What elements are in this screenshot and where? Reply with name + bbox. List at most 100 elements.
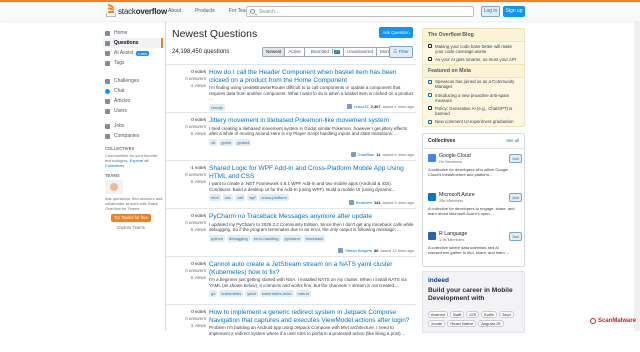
meta-item[interactable]: Policy: Generative AI (e.g., ChatGPT) is… <box>423 104 524 117</box>
sidebar-item-challenges[interactable]: Challenges <box>103 76 163 86</box>
sidebar-item-articles[interactable]: Articles <box>103 96 163 106</box>
tag[interactable]: css <box>222 194 233 201</box>
nav-about[interactable]: About <box>166 7 183 15</box>
avatar <box>349 200 355 205</box>
question-excerpt: I tried creating a tilebased movement sy… <box>209 125 408 137</box>
tab-unanswered[interactable]: Unanswered <box>344 48 378 56</box>
tag[interactable]: html <box>209 194 221 201</box>
page-title: Newest Questions <box>172 28 258 40</box>
blog-heading: The Overflow Blog <box>423 29 524 42</box>
chat-bubble-icon <box>428 93 432 98</box>
question-tags: python debugging error-handling pycharm trac… <box>209 234 414 242</box>
teams-illustration <box>105 180 123 194</box>
user-link[interactable]: GranBlan <box>358 152 375 157</box>
user-link[interactable]: Stefan Borgers <box>345 248 372 253</box>
tag[interactable]: c# <box>209 138 218 146</box>
ad-chip: React Native <box>447 320 477 328</box>
signup-button[interactable]: Sign up <box>503 6 525 17</box>
question-stats: 0 votes 0 answers 4 views <box>185 69 206 88</box>
asked-time: asked 12 mins ago <box>380 248 414 253</box>
overflow-blog-widget: The Overflow Blog Making your code base … <box>422 28 525 128</box>
question-title-link[interactable]: How to implement a generic redirect syst… <box>209 309 414 324</box>
tab-bountied[interactable]: Bountied 27 <box>305 48 345 56</box>
question-title-link[interactable]: PyCharm no Traceback Messages anymore af… <box>209 213 414 221</box>
tab-newest[interactable]: Newest <box>263 48 286 56</box>
search-input[interactable]: Search… <box>246 6 474 17</box>
question-title-link[interactable]: Cannot auto create a JetStream stream on… <box>209 261 414 276</box>
challenges-icon <box>105 78 110 84</box>
sidebar-item-tags[interactable]: Tags <box>103 58 163 68</box>
question-summary: 0 votes 0 answers 8 views PyCharm no Trace… <box>166 208 416 256</box>
question-title-link[interactable]: How do I call the Header Component when … <box>209 69 414 84</box>
blog-item[interactable]: As your AI gets smarter, so must your AP… <box>423 55 524 63</box>
tag[interactable]: godot <box>219 138 234 146</box>
tag[interactable]: python <box>209 234 226 242</box>
tag[interactable]: nats.io <box>295 290 312 297</box>
tag[interactable]: yaml <box>245 290 258 297</box>
collective-item: Google Cloud Ok Members Join A collectiv… <box>423 149 524 188</box>
login-button[interactable]: Log in <box>481 6 500 17</box>
tag[interactable]: cross-platform <box>259 194 289 201</box>
user-reputation: 141 <box>373 200 381 205</box>
nav-products[interactable]: Products <box>193 7 217 15</box>
tag[interactable]: traceback <box>303 234 326 242</box>
collectives-text: Communities for your favorite technologi… <box>105 153 158 168</box>
question-title-link[interactable]: Shared Logic for WPF Add-In and Cross-Pl… <box>209 165 414 180</box>
stack-icon <box>428 106 432 111</box>
tag[interactable]: godot4 <box>235 138 252 146</box>
azure-icon <box>428 193 436 202</box>
join-button[interactable]: Join <box>509 154 522 164</box>
user-link[interactable]: fbranden <box>356 200 372 205</box>
try-teams-button[interactable]: Try Teams for free <box>111 214 151 222</box>
avatar <box>350 152 356 157</box>
question-stats: 0 votes 0 answers 6 views <box>185 117 206 136</box>
see-all-link[interactable]: See all <box>506 138 519 144</box>
sidebar-item-jobs[interactable]: Jobs <box>103 121 163 131</box>
join-button[interactable]: Join <box>509 232 522 242</box>
tag[interactable]: go <box>209 290 218 297</box>
main-content: Newest Questions Ask Question 24,198,450… <box>165 21 416 336</box>
join-button[interactable]: Join <box>509 193 522 203</box>
meta-item[interactable]: Introducing a new proactive anti-spam me… <box>423 91 524 104</box>
collective-members: Ok Members <box>439 159 462 165</box>
blog-item[interactable]: Making your code base better will make y… <box>423 42 524 55</box>
question-owner: fbranden 141 asked 5 mins ago <box>349 200 414 205</box>
collective-item: R Language 1.9k Members Join A collectiv… <box>423 227 524 266</box>
meta-item[interactable]: Spevacus has joined us as a Community Ma… <box>423 78 524 91</box>
question-title-link[interactable]: Jittery movement in tilebased Pokemon-li… <box>209 117 414 125</box>
ask-question-button[interactable]: Ask Question <box>379 27 413 38</box>
sidebar-item-home[interactable]: Home <box>103 28 163 38</box>
scrollbar[interactable] <box>634 21 640 331</box>
ai-assist-icon <box>105 50 110 56</box>
question-summary: 0 votes 0 answers 6 views Jittery movement… <box>166 112 416 160</box>
search-placeholder: Search… <box>259 9 280 15</box>
sidebar-item-companies[interactable]: Companies <box>103 131 163 141</box>
collective-description: A collective for developers who utilize … <box>428 167 509 177</box>
collectives-widget: Collectives See all Google Cloud Ok Membe… <box>422 133 525 268</box>
asked-time: asked 5 mins ago <box>382 200 414 205</box>
question-summary: 0 votes 0 answers 4 views How do I call th… <box>166 64 416 112</box>
tag[interactable]: debugging <box>227 234 250 242</box>
advertisement[interactable]: indeed Build your career in Mobile Devel… <box>422 271 525 334</box>
tag[interactable]: error-handling <box>251 234 281 242</box>
sidebar-item-chat[interactable]: Chat <box>103 86 163 96</box>
meta-item[interactable]: New comment UI experiment graduation <box>423 118 524 126</box>
tag[interactable]: .net <box>234 194 246 201</box>
explore-teams-link[interactable]: Explore Teams <box>103 225 159 230</box>
tag[interactable]: pycharm <box>282 234 302 242</box>
tag[interactable]: wpf <box>247 194 258 201</box>
collective-members: 28k Members <box>439 198 464 204</box>
sidebar-item-users[interactable]: Users <box>103 106 163 116</box>
user-reputation: 86 <box>373 248 379 253</box>
filter-button[interactable]: ☰ Filter <box>389 46 413 58</box>
tab-active[interactable]: Active <box>285 48 305 56</box>
user-link[interactable]: redco31 <box>354 104 368 109</box>
tag[interactable]: reactjs <box>209 103 225 111</box>
companies-icon <box>105 133 110 139</box>
stackoverflow-logo[interactable]: stack overflow <box>106 3 167 17</box>
tag[interactable]: kubernetes-helm <box>259 290 294 297</box>
sidebar-item-ai-assist[interactable]: AI Assist Labs <box>103 48 163 58</box>
sidebar-item-questions[interactable]: Questions <box>103 38 163 48</box>
tag[interactable]: kubernetes <box>219 290 244 297</box>
search-icon <box>250 9 255 14</box>
